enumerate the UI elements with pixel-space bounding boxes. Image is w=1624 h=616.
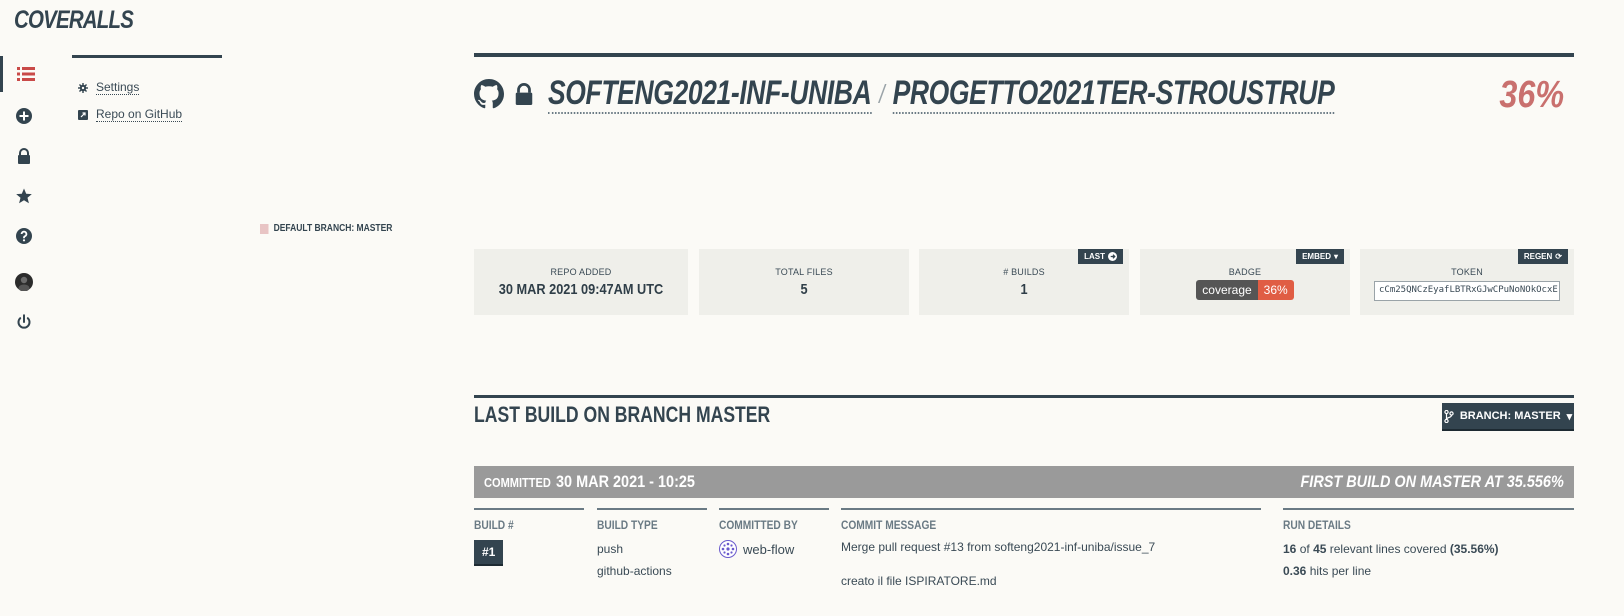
avatar <box>15 273 33 291</box>
badge-right-text: 36% <box>1257 280 1294 300</box>
coveralls-logo[interactable]: COVERALLS <box>14 6 134 35</box>
lines-covered-count: 16 <box>1283 542 1297 556</box>
run-details-header: RUN DETAILS <box>1283 518 1351 532</box>
repos-list-nav[interactable] <box>0 56 48 92</box>
repo-added-label: REPO ADDED <box>550 267 612 277</box>
coverage-badge[interactable]: coverage 36% <box>1196 280 1294 300</box>
add-circle-icon <box>16 108 32 124</box>
github-icon <box>474 79 504 109</box>
column-rule <box>841 508 1261 510</box>
builds-label: # BUILDS <box>1003 267 1045 277</box>
help-icon <box>16 228 32 244</box>
branch-select-label: BRANCH: MASTER <box>1459 410 1561 422</box>
private-repos-nav[interactable] <box>0 138 48 174</box>
build-type-header: BUILD TYPE <box>597 518 658 532</box>
help-nav[interactable] <box>0 218 48 254</box>
repo-on-github-label: Repo on GitHub <box>96 107 183 122</box>
lock-icon <box>18 148 30 164</box>
build-summary-bar: COMMITTED 30 MAR 2021 - 10:25 FIRST BUIL… <box>474 466 1574 498</box>
badge-label: BADGE <box>1228 267 1262 277</box>
committer-name: web-flow <box>743 541 795 557</box>
total-files-value: 5 <box>800 281 808 298</box>
commit-message-line1: Merge pull request #13 from softeng2021-… <box>841 540 1156 554</box>
regen-label: REGEN <box>1523 252 1553 261</box>
repo-added-value: 30 MAR 2021 09:47AM UTC <box>498 281 664 298</box>
total-files-label: TOTAL FILES <box>775 267 833 277</box>
column-rule <box>1283 508 1574 510</box>
caret-down-icon: ▾ <box>1566 410 1573 423</box>
relevant-lines-text: relevant lines covered <box>1329 542 1447 556</box>
badge-left-text: coverage <box>1196 280 1258 300</box>
column-rule <box>597 508 707 510</box>
repo-name-link[interactable]: PROGETTO2021TER-STROUSTRUP <box>892 74 1335 114</box>
settings-link-label: Settings <box>96 80 140 95</box>
repo-owner-link[interactable]: SOFTENG2021-INF-UNIBA <box>548 74 872 114</box>
embed-button[interactable]: EMBED ▾ <box>1296 249 1344 264</box>
repo-title: SOFTENG2021-INF-UNIBA / PROGETTO2021TER-… <box>474 72 1556 116</box>
committed-date: 30 MAR 2021 - 10:25 <box>556 472 695 491</box>
badge-box: EMBED ▾ BADGE coverage 36% <box>1140 249 1350 315</box>
last-build-title: LAST BUILD ON BRANCH MASTER <box>474 402 771 427</box>
power-icon <box>17 314 31 329</box>
last-build-label: LAST <box>1084 252 1105 261</box>
total-files-box: TOTAL FILES 5 <box>699 249 909 315</box>
gear-icon <box>78 82 88 93</box>
column-rule <box>474 508 584 510</box>
build-service-value: github-actions <box>597 564 672 578</box>
arrow-right-circle-icon <box>1108 252 1117 261</box>
settings-link[interactable]: Settings <box>78 80 140 95</box>
coverage-percent: 36% <box>1499 74 1564 116</box>
legend-label: DEFAULT BRANCH: MASTER <box>273 223 393 234</box>
build-type-column: BUILD TYPE push github-actions <box>597 508 707 578</box>
regen-token-button[interactable]: REGEN ⟳ <box>1517 249 1568 264</box>
of-text: of <box>1299 542 1310 556</box>
embed-label: EMBED <box>1302 252 1331 261</box>
build-number-header: BUILD # <box>474 518 514 532</box>
add-repo-nav[interactable] <box>0 98 48 134</box>
lock-icon <box>515 83 533 105</box>
commit-message-header: COMMIT MESSAGE <box>841 518 937 532</box>
run-details-column: RUN DETAILS 16 of 45 relevant lines cove… <box>1283 508 1574 578</box>
committer-avatar <box>719 540 737 558</box>
star-icon <box>16 188 32 204</box>
repo-separator: / <box>879 78 885 109</box>
branch-select-button[interactable]: BRANCH: MASTER ▾ <box>1442 403 1574 431</box>
list-icon <box>16 67 35 81</box>
token-label: TOKEN <box>1451 267 1483 277</box>
commit-message-column: COMMIT MESSAGE Merge pull request #13 fr… <box>841 508 1261 588</box>
refresh-icon: ⟳ <box>1555 252 1562 261</box>
builds-box: LAST # BUILDS 1 <box>919 249 1129 315</box>
committed-label: COMMITTED <box>484 475 551 490</box>
last-build-button[interactable]: LAST <box>1078 249 1123 264</box>
token-box: REGEN ⟳ TOKEN cCm25QNCzEyafLBTRxGJwCPuNo… <box>1360 249 1574 315</box>
user-profile-nav[interactable] <box>0 264 48 300</box>
builds-value: 1 <box>1020 281 1028 298</box>
committer-link[interactable]: web-flow <box>719 540 829 558</box>
relevant-lines-count: 45 <box>1313 542 1327 556</box>
committed-by-column: COMMITTED BY web-flow <box>719 508 829 558</box>
external-link-icon <box>78 109 88 120</box>
hits-per-line-text: hits per line <box>1309 564 1372 578</box>
repo-on-github-link[interactable]: Repo on GitHub <box>78 107 183 122</box>
last-build-divider <box>474 395 1574 398</box>
branch-icon <box>1444 409 1454 423</box>
caret-down-icon: ▾ <box>1333 252 1338 261</box>
coverage-pct-detail: (35.56%) <box>1449 542 1499 556</box>
legend-swatch <box>260 223 269 234</box>
hits-per-line-value: 0.36 <box>1283 564 1307 578</box>
column-rule <box>719 508 829 510</box>
logout-nav[interactable] <box>0 304 48 340</box>
starred-nav[interactable] <box>0 178 48 214</box>
build-number-button[interactable]: #1 <box>474 540 504 566</box>
default-branch-legend: DEFAULT BRANCH: MASTER <box>260 223 392 234</box>
repo-added-box: REPO ADDED 30 MAR 2021 09:47AM UTC <box>474 249 688 315</box>
header-divider <box>474 53 1574 57</box>
committed-by-header: COMMITTED BY <box>719 518 798 532</box>
commit-message-line2: creato il file ISPIRATORE.md <box>841 574 997 588</box>
build-number-column: BUILD # #1 <box>474 508 584 566</box>
build-type-value: push <box>597 542 624 556</box>
token-field[interactable]: cCm25QNCzEyafLBTRxGJwCPuNoNOkOcxE <box>1374 281 1560 301</box>
first-build-text: FIRST BUILD ON MASTER AT 35.556% <box>1300 472 1564 491</box>
sidebar-divider <box>72 55 222 58</box>
